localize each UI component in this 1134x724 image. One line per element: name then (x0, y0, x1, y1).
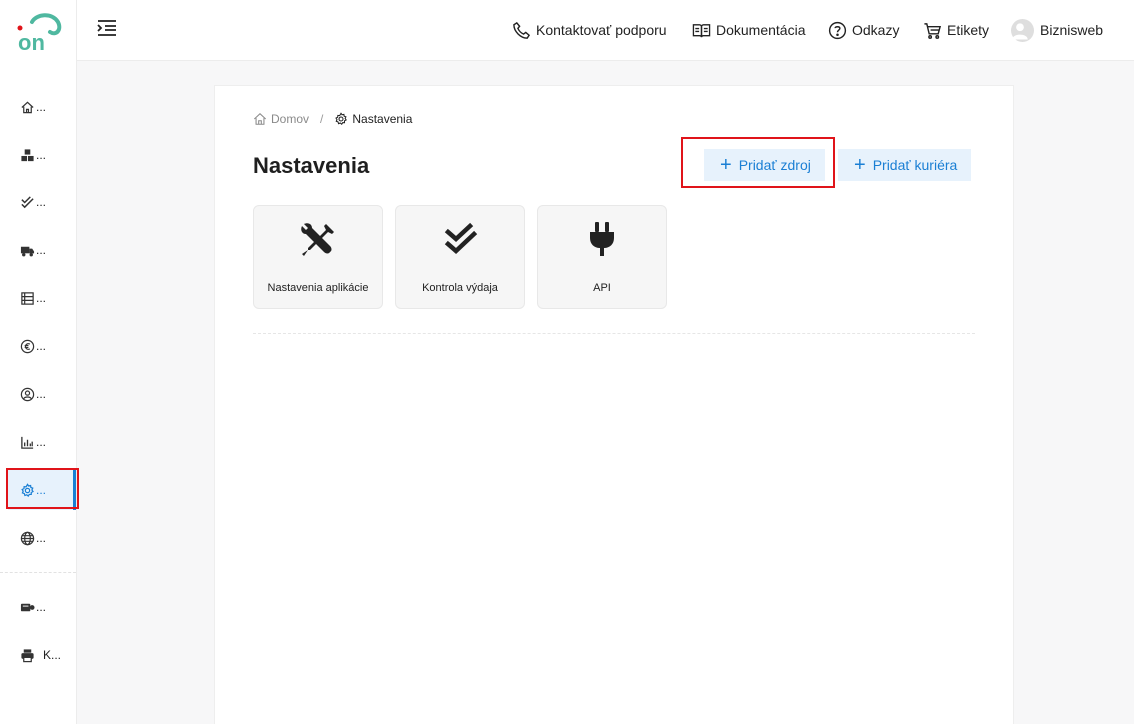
phone-icon (513, 21, 531, 39)
sidebar-item-label: ... (36, 195, 47, 209)
sidebar-item-printer[interactable]: K... (8, 635, 76, 675)
links-link[interactable]: Odkazy (828, 18, 899, 42)
user-name: Biznisweb (1040, 22, 1104, 38)
contact-support-label: Kontaktovať podporu (536, 22, 667, 38)
cart-icon (924, 22, 942, 39)
sidebar-item-products[interactable]: ... (8, 135, 76, 175)
breadcrumb-separator: / (320, 112, 324, 126)
chameleon-logo-icon: on (17, 13, 62, 55)
sidebar-item-label: ... (36, 100, 47, 114)
tools-icon (301, 223, 334, 256)
section-divider (253, 333, 975, 334)
tile-label: Kontrola výdaja (422, 282, 498, 294)
add-courier-label: Pridať kuriéra (872, 157, 958, 173)
printer-icon (21, 648, 34, 662)
sidebar-item-shipping[interactable]: ... (8, 230, 76, 270)
sidebar-divider (0, 572, 76, 573)
labels-label: Etikety (947, 22, 990, 38)
breadcrumb: Domov / Nastavenia (253, 112, 412, 126)
question-circle-icon (828, 21, 847, 39)
sidebar: on ... ... ... ... ... ... ... ... ... .… (0, 0, 79, 724)
top-bar: Kontaktovať podporu Dokumentácia Odkazy … (77, 0, 1134, 61)
sidebar-item-label: ... (36, 339, 47, 353)
page-title: Nastavenia (253, 153, 370, 178)
add-courier-button[interactable]: + Pridať kuriéra (838, 149, 972, 181)
plus-icon: + (854, 154, 866, 176)
highlight-box-settings (6, 468, 79, 509)
sidebar-item-label: ... (36, 387, 47, 401)
menu-toggle-button[interactable] (96, 17, 118, 39)
home-icon (253, 113, 267, 125)
breadcrumb-home[interactable]: Domov (253, 112, 309, 126)
sidebar-item-list[interactable]: ... (8, 278, 76, 318)
sidebar-item-customers[interactable]: ... (8, 374, 76, 414)
list-icon (21, 291, 34, 305)
gear-icon (335, 112, 348, 126)
sidebar-item-label: ... (36, 531, 47, 545)
plug-icon (590, 222, 614, 256)
sidebar-item-label: ... (36, 600, 47, 614)
app-logo[interactable]: on (12, 10, 64, 55)
contact-support-link[interactable]: Kontaktovať podporu (512, 18, 667, 42)
sidebar-item-label: ... (36, 435, 47, 449)
documentation-label: Dokumentácia (716, 22, 806, 38)
indent-menu-icon (97, 20, 116, 36)
sidebar-item-home[interactable]: ... (8, 87, 76, 127)
sidebar-item-shipping-labels[interactable]: ... (8, 587, 76, 627)
shipping-label-icon (20, 603, 35, 611)
truck-icon (20, 246, 35, 256)
boxes-icon (21, 148, 34, 161)
tile-api[interactable]: API (537, 205, 667, 309)
documentation-link[interactable]: Dokumentácia (692, 18, 806, 42)
sidebar-item-checks[interactable]: ... (8, 182, 76, 222)
euro-icon (20, 339, 35, 353)
breadcrumb-current-label: Nastavenia (352, 112, 413, 126)
breadcrumb-current: Nastavenia (334, 112, 412, 126)
tile-app-settings[interactable]: Nastavenia aplikácie (253, 205, 383, 309)
tile-label: API (593, 282, 611, 294)
sidebar-item-label: ... (36, 243, 47, 257)
sidebar-item-finance[interactable]: ... (8, 326, 76, 366)
home-icon (21, 101, 34, 113)
user-icon (1012, 22, 1028, 39)
sidebar-item-label: ... (36, 291, 47, 305)
sidebar-item-reports[interactable]: ... (8, 422, 76, 462)
tile-release-check[interactable]: Kontrola výdaja (395, 205, 525, 309)
user-menu[interactable]: Biznisweb (1011, 18, 1103, 42)
svg-text:on: on (18, 30, 45, 54)
links-label: Odkazy (852, 22, 900, 38)
user-circle-icon (20, 387, 35, 401)
bar-chart-icon (21, 436, 34, 449)
double-check-icon (444, 222, 478, 255)
sidebar-item-label: K... (43, 648, 62, 662)
labels-link[interactable]: Etikety (923, 18, 989, 42)
highlight-box-add-source (681, 137, 835, 188)
sidebar-item-label: ... (36, 148, 47, 162)
avatar (1011, 18, 1034, 42)
book-icon (692, 23, 711, 37)
tile-label: Nastavenia aplikácie (267, 282, 369, 294)
sidebar-item-web[interactable]: ... (8, 518, 76, 558)
settings-card: Domov / Nastavenia Nastavenia + Pridať z… (214, 85, 1014, 724)
double-check-icon (21, 195, 34, 208)
globe-icon (20, 531, 35, 545)
breadcrumb-home-label: Domov (271, 112, 310, 126)
